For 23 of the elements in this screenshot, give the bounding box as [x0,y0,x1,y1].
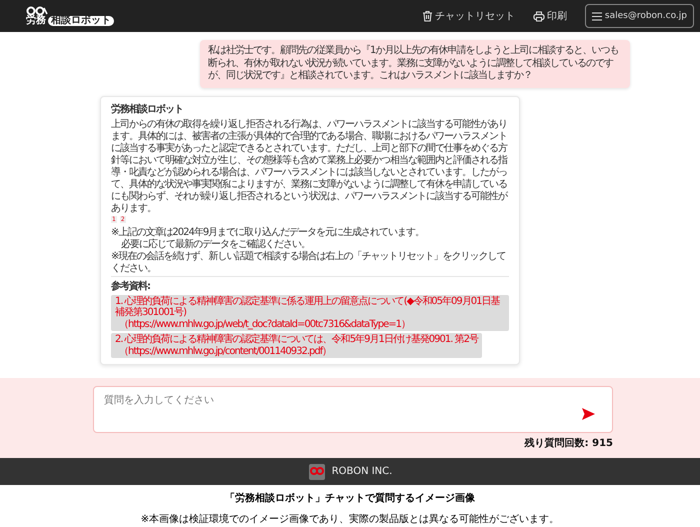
disclaimer-note: ※現在の会話を続けず、新しい話題で相談する場合は右上の「チャットリセット」をクリックしてください。 [111,250,506,274]
answer-text: 上司からの有休の取得を繰り返し拒否される行為は、パワーハラスメントに該当する可能性があります。具体的には、被害者の主張が具体的で合理的である場合、職場におけるパワーハラスメントに該当する事実があったと認定できるとされています。ただし、上司と部下の間で仕事をめぐる方針等において明確な対立が生じ、その態様等も含めて業務上必要かつ相当な範囲内と評価される指導・叱責などが認められる場合は、パワーハラスメントには該当しないとされています。したがって、具体的な状況や事実関係によりますが、業務に支障がないように調整して有休を申請しているにも関わらず、それが繰り返し拒否されるという状況は、パワーハラスメントに該当する可能性があります。 [111,118,508,214]
remaining-questions-count: 残り質問回数: 915 [523,436,613,450]
account-menu-button[interactable]: sales@robon.co.jp [584,4,694,28]
sender-name: 労務相談ロボット [111,102,184,116]
menu-icon [592,12,602,20]
print-button[interactable]: 印刷 [532,9,567,23]
disclaimer-note: ※上記の文章は2024年9月までに取り込んだデータを元に生成されています。 [111,226,426,238]
user-message: 私は社労士です。顧問先の従業員から『1か月以上先の有休申請をしようと上司に相談すると、いつも断られ、有休が取れない状況が続いています。業務に支障がないように調整して相談しているのですが、同じ状況です』と相談されています。これはハラスメントに該当しますか？ [200,40,630,88]
reset-chat-button[interactable]: チャットリセット [422,9,515,23]
disclaimer-note: 必要に応じて最新のデータをご確認ください。 [120,238,311,250]
caption-note: ※本画像は検証環境でのイメージ画像であり、実際の製品版とは異なる可能性がございます。 [140,512,560,526]
company-name: ROBON INC. [332,466,392,477]
printer-icon [532,10,545,22]
company-logo-icon [308,462,326,480]
references-heading: 参考資料: [111,280,151,292]
trash-icon [422,10,433,22]
send-icon[interactable] [582,408,595,420]
reference-link[interactable]: 1. 心理的負荷による精神障害の認定基準に係る運用上の留意点について(◆令和05年09月01日基補発第301001号) （https://www.mhlw.go.jp/web/t_doc?dataId=00tc7316&dataType=1） [111,294,509,331]
reference-link[interactable]: 2. 心理的負荷による精神障害の認定基準については、令和5年9月1日付け基発0901. 第2号 （https://www.mhlw.go.jp/content/001140932.pdf） [111,333,482,358]
question-input-field[interactable]: 質問を入力してください [93,386,613,433]
robot-eyes-icon [26,6,48,16]
caption-title: 「労務相談ロボット」チャットで質問するイメージ画像 [224,492,476,505]
